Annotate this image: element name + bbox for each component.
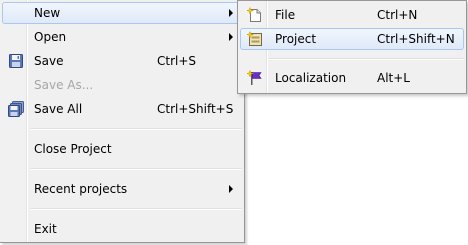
submenu-item-localization-label: Localization [275,71,347,85]
menu-item-recent-projects[interactable]: Recent projects [2,178,242,200]
menu-item-save-label: Save [34,54,64,68]
menu-item-exit[interactable]: Exit [2,218,242,240]
menu-item-save-all-shortcut: Ctrl+Shift+S [157,102,234,116]
localization-flag-icon [246,69,263,86]
menu-item-save-shortcut: Ctrl+S [157,54,197,68]
submenu-item-file[interactable]: File Ctrl+N [240,4,464,26]
menu-item-close-project-label: Close Project [34,142,112,156]
submenu-separator [269,58,464,60]
new-submenu: File Ctrl+N Project Ctrl+Shift+N Localiz… [237,0,467,94]
menu-item-recent-projects-label: Recent projects [34,182,128,196]
menu-item-exit-label: Exit [34,222,57,236]
menu-item-open[interactable]: Open [2,26,242,48]
submenu-item-file-shortcut: Ctrl+N [377,8,418,22]
submenu-item-project-shortcut: Ctrl+Shift+N [377,32,455,46]
submenu-item-file-label: File [275,8,296,22]
save-icon [8,53,24,69]
new-project-icon [246,30,263,47]
menu-item-save-as-label: Save As... [34,78,94,92]
menu-separator [30,128,242,130]
file-menu: New Open Save Ctrl+S Save As... Save All… [0,0,245,243]
save-all-icon [8,101,24,117]
submenu-arrow-icon [229,33,233,41]
submenu-item-localization-shortcut: Alt+L [377,71,410,85]
menu-item-save-as: Save As... [2,74,242,96]
menu-item-save-all[interactable]: Save All Ctrl+Shift+S [2,98,242,120]
submenu-arrow-icon [229,9,233,17]
menu-separator [30,168,242,170]
menu-stage: New Open Save Ctrl+S Save As... Save All… [0,0,468,245]
menu-separator [30,208,242,210]
menu-item-open-label: Open [34,30,67,44]
submenu-item-project-label: Project [275,32,317,46]
menu-item-save-all-label: Save All [34,102,83,116]
submenu-item-project[interactable]: Project Ctrl+Shift+N [240,28,464,50]
menu-item-close-project[interactable]: Close Project [2,138,242,160]
menu-item-save[interactable]: Save Ctrl+S [2,50,242,72]
submenu-arrow-icon [229,185,233,193]
menu-item-new[interactable]: New [2,2,242,24]
new-file-icon [246,6,263,23]
submenu-item-localization[interactable]: Localization Alt+L [240,67,464,89]
menu-item-new-label: New [34,6,61,20]
